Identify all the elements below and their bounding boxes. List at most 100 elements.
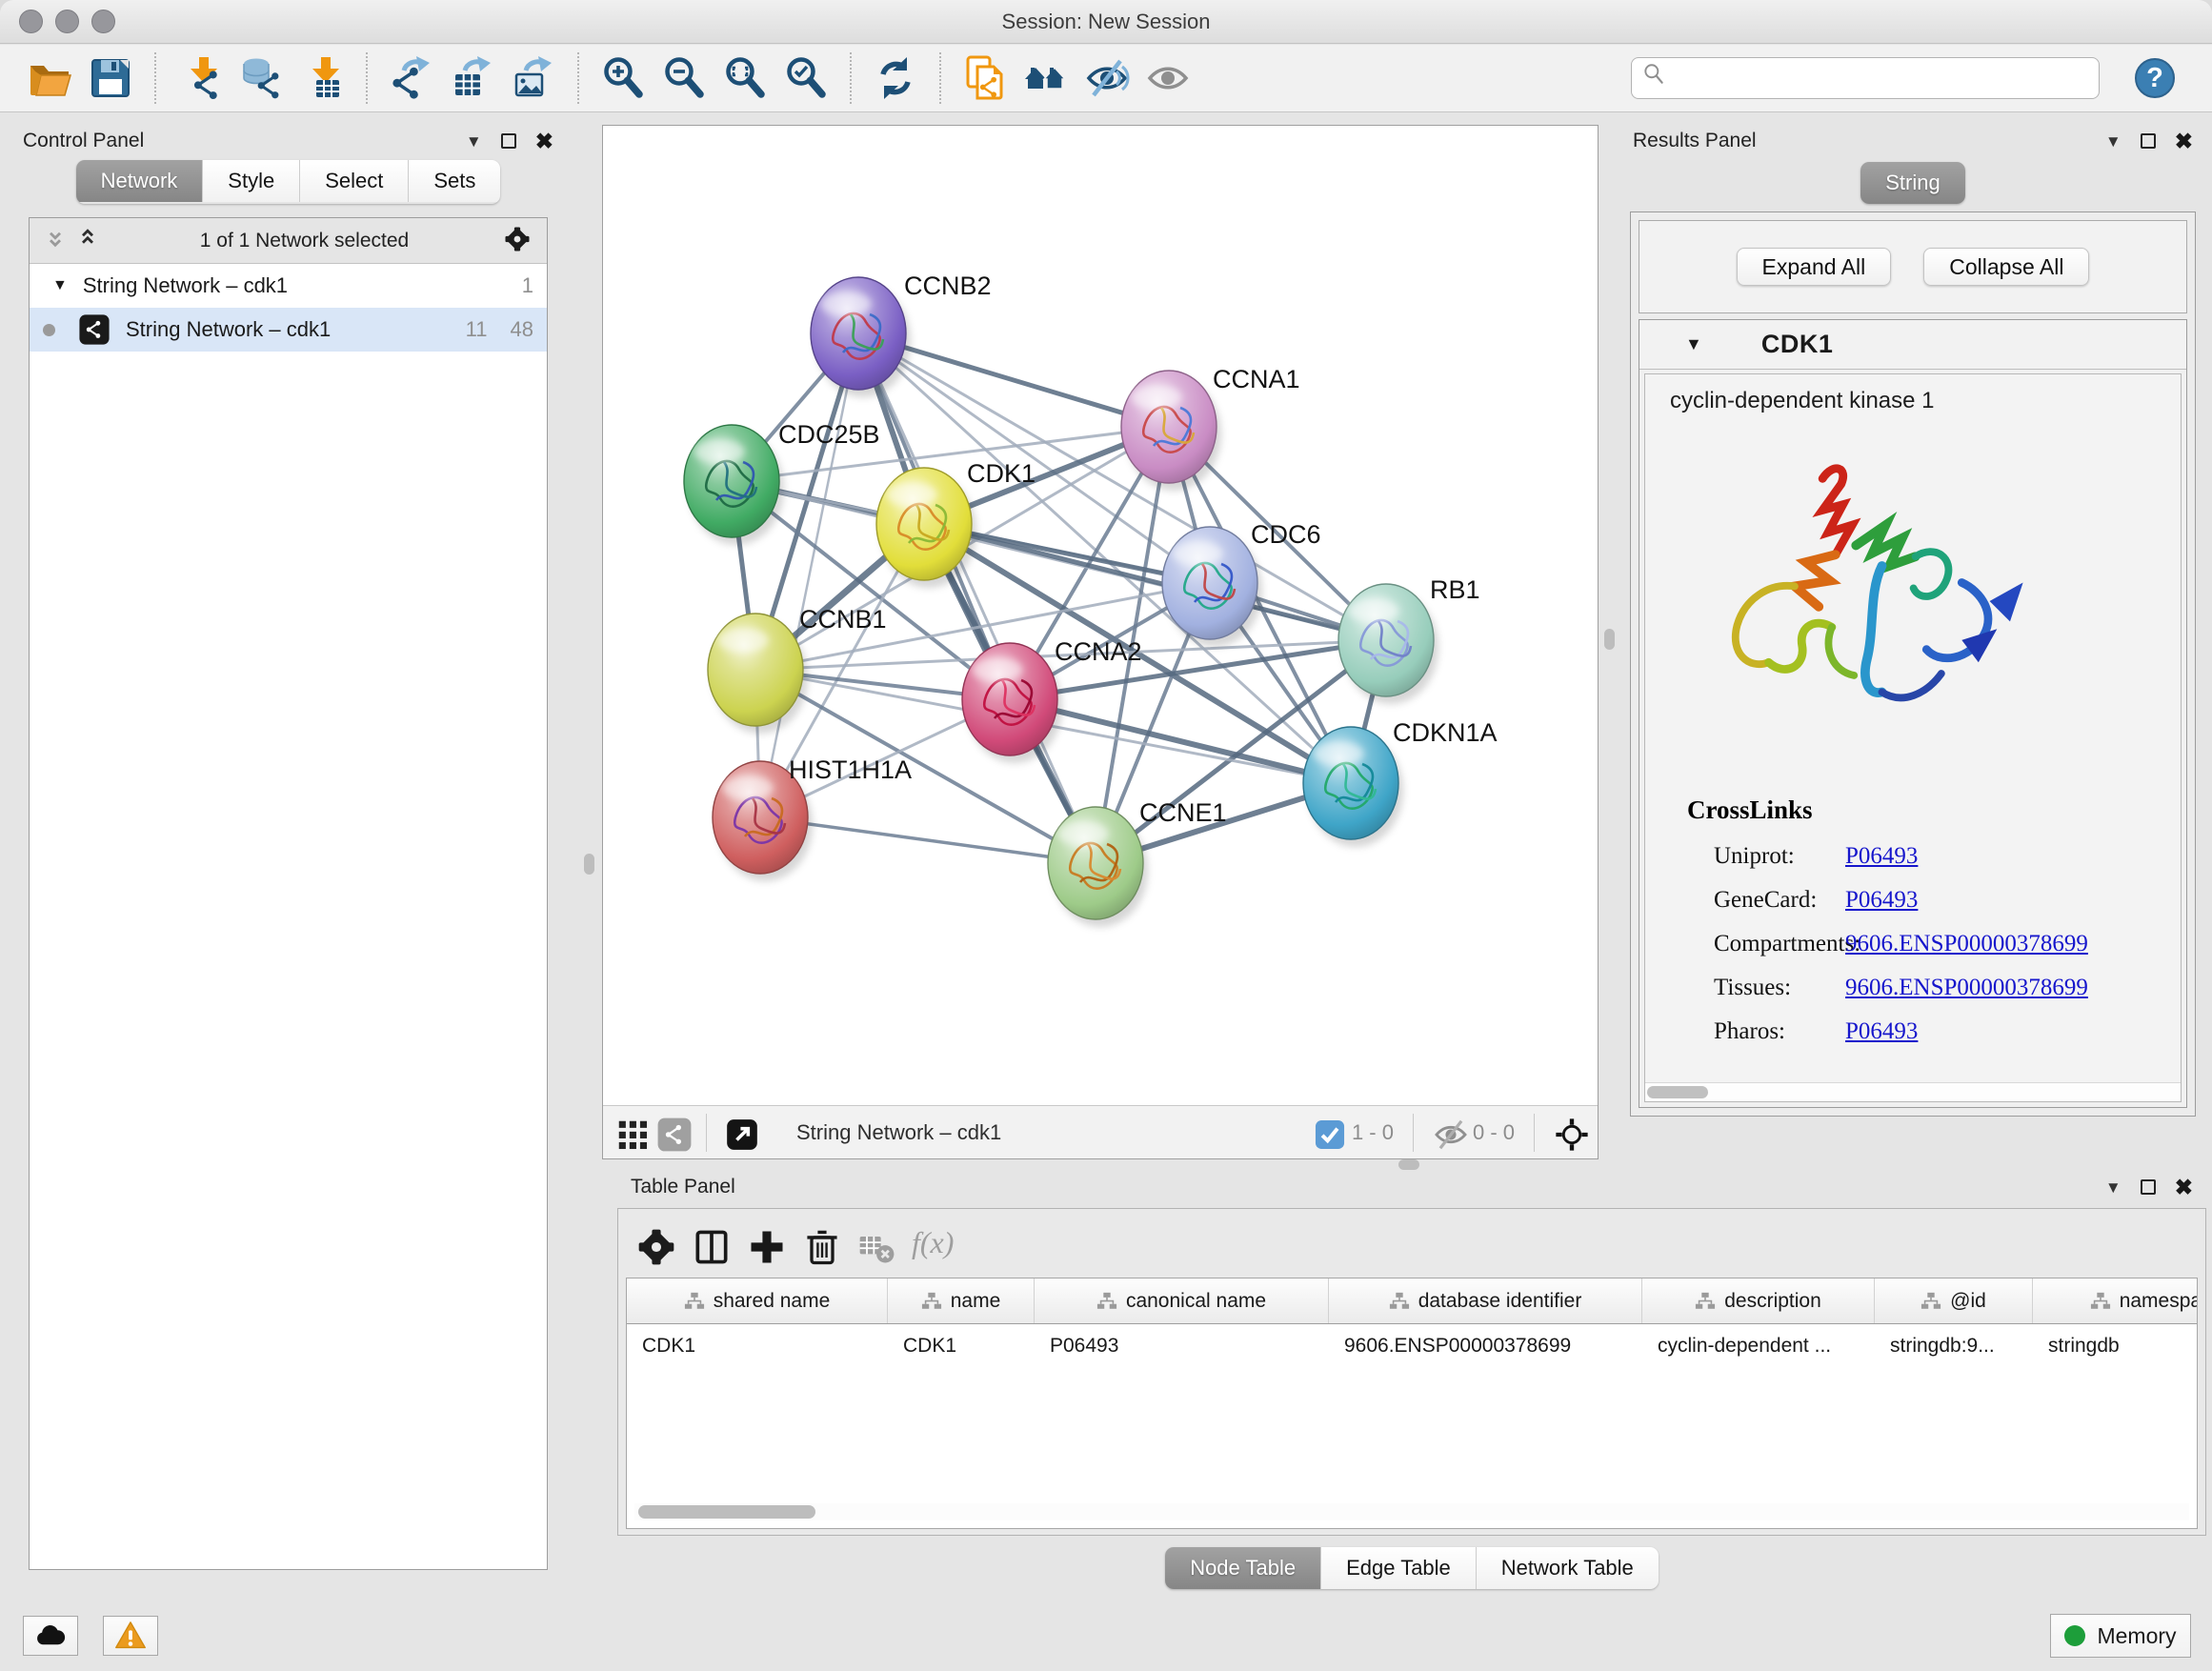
help-button[interactable]: ? [2124,50,2185,106]
crosslink-pharos[interactable]: P06493 [1845,1018,1918,1045]
network-canvas[interactable]: CCNB2CCNA1CDC25BCDK1CDC6RB1CCNB1CCNA2CDK… [603,126,1598,1105]
network-overview-icon[interactable] [656,1117,689,1149]
search-input[interactable] [1681,67,2089,90]
tab-network-table[interactable]: Network Table [1477,1547,1659,1589]
tab-select[interactable]: Select [300,160,409,202]
panel-float-icon[interactable] [501,133,516,149]
right-splitter-handle[interactable] [1604,629,1615,650]
clone-network-button[interactable] [955,50,1016,106]
protein-section-header[interactable]: ▼ CDK1 [1639,320,2186,370]
table-cell[interactable]: stringdb:9... [1875,1324,2033,1368]
selected-items-count: 1 - 0 [1352,1120,1394,1145]
network-node-CCNB1[interactable] [708,614,808,734]
table-row[interactable]: CDK1CDK1P064939606.ENSP00000378699cyclin… [627,1324,2198,1368]
bottom-splitter-handle[interactable] [1398,1159,1419,1170]
network-node-CCNE1[interactable] [1048,807,1148,927]
delete-column-icon[interactable] [801,1226,834,1258]
table-options-gear-icon[interactable] [635,1226,668,1258]
column-header-database-identifier[interactable]: database identifier [1329,1278,1642,1323]
crosslink-uniprot[interactable]: P06493 [1845,843,1918,870]
zoom-selected-button[interactable] [775,50,836,106]
crosslink-compartments[interactable]: 9606.ENSP00000378699 [1845,931,2088,957]
zoom-in-button[interactable] [593,50,654,106]
panel-menu-icon[interactable]: ▼ [2105,1179,2122,1196]
add-column-icon[interactable] [746,1226,778,1258]
tree-expander-icon[interactable]: ▼ [52,277,68,294]
refresh-view-button[interactable] [865,50,926,106]
tab-style[interactable]: Style [203,160,300,202]
show-columns-icon[interactable] [691,1226,723,1258]
network-node-CDC25B[interactable] [684,425,784,545]
show-graphics-details-button[interactable] [1137,50,1198,106]
network-collection-row[interactable]: ▼ String Network – cdk1 1 [30,264,547,308]
network-node-CDK1[interactable] [876,468,976,588]
results-horizontal-scrollbar[interactable] [1645,1082,2181,1101]
selected-items-checkbox[interactable] [1312,1117,1344,1149]
crosslink-tissues[interactable]: 9606.ENSP00000378699 [1845,975,2088,1001]
collapse-all-button[interactable]: Collapse All [1923,248,2089,286]
panel-menu-icon[interactable]: ▼ [2105,133,2122,150]
panel-float-icon[interactable] [2141,1179,2156,1195]
table-horizontal-scrollbar[interactable] [634,1503,2189,1520]
detach-view-icon[interactable] [724,1117,756,1149]
tab-sets[interactable]: Sets [409,160,500,202]
node-table: shared namenamecanonical namedatabase id… [626,1278,2198,1529]
export-table-button[interactable] [442,50,503,106]
hidden-items-icon[interactable] [1433,1117,1465,1149]
tab-edge-table[interactable]: Edge Table [1321,1547,1477,1589]
column-header-canonical-name[interactable]: canonical name [1035,1278,1329,1323]
network-node-CCNA1[interactable] [1121,371,1221,491]
network-options-gear-icon[interactable] [503,225,535,257]
panel-menu-icon[interactable]: ▼ [466,133,482,150]
expand-all-networks-icon[interactable] [73,225,106,257]
import-network-database-button[interactable] [231,50,292,106]
table-cell[interactable]: 9606.ENSP00000378699 [1329,1324,1642,1368]
save-session-button[interactable] [80,50,141,106]
column-header-name[interactable]: name [888,1278,1035,1323]
left-splitter-handle[interactable] [584,854,594,875]
import-table-button[interactable] [292,50,352,106]
zoom-fit-button[interactable] [714,50,775,106]
collapse-all-networks-icon[interactable] [41,225,73,257]
node-label-CDC25B: CDC25B [778,420,880,449]
panel-close-icon[interactable]: ✖ [2175,1177,2193,1198]
table-cell[interactable]: stringdb [2033,1324,2198,1368]
table-cell[interactable]: CDK1 [888,1324,1035,1368]
cloud-status-button[interactable] [23,1616,78,1656]
network-selection-bar: 1 of 1 Network selected [30,218,547,264]
column-header-namespace[interactable]: namespace [2033,1278,2198,1323]
network-row[interactable]: String Network – cdk1 11 48 [30,308,547,352]
column-header-shared-name[interactable]: shared name [627,1278,888,1323]
expand-all-button[interactable]: Expand All [1737,248,1892,286]
crosslink-genecard[interactable]: P06493 [1845,887,1918,914]
zoom-out-button[interactable] [654,50,714,106]
column-header-description[interactable]: description [1642,1278,1875,1323]
panel-close-icon[interactable]: ✖ [535,131,553,152]
network-node-CCNA2[interactable] [962,643,1062,763]
birdseye-view-icon[interactable] [1554,1117,1586,1149]
table-cell[interactable]: CDK1 [627,1324,888,1368]
panel-float-icon[interactable] [2141,133,2156,149]
network-node-CDC6[interactable] [1162,527,1262,647]
export-image-button[interactable] [503,50,564,106]
grid-mode-icon[interactable] [614,1117,647,1149]
panel-close-icon[interactable]: ✖ [2175,131,2193,152]
import-network-file-button[interactable] [170,50,231,106]
string-home-button[interactable] [1016,50,1076,106]
section-expander-icon[interactable]: ▼ [1685,334,1702,354]
column-header--id[interactable]: @id [1875,1278,2033,1323]
network-edge-CCNB2-HIST1H1A[interactable] [760,333,858,817]
network-node-CCNB2[interactable] [811,277,911,397]
table-cell[interactable]: P06493 [1035,1324,1329,1368]
tab-network[interactable]: Network [76,160,204,202]
network-node-RB1[interactable] [1338,584,1438,704]
hide-graphics-details-button[interactable] [1076,50,1137,106]
warnings-button[interactable] [103,1616,158,1656]
network-node-CDKN1A[interactable] [1303,727,1403,847]
memory-button[interactable]: Memory [2050,1614,2191,1658]
table-cell[interactable]: cyclin-dependent ... [1642,1324,1875,1368]
tab-node-table[interactable]: Node Table [1165,1547,1321,1589]
export-network-button[interactable] [381,50,442,106]
open-session-button[interactable] [19,50,80,106]
tab-string[interactable]: String [1860,162,1964,204]
